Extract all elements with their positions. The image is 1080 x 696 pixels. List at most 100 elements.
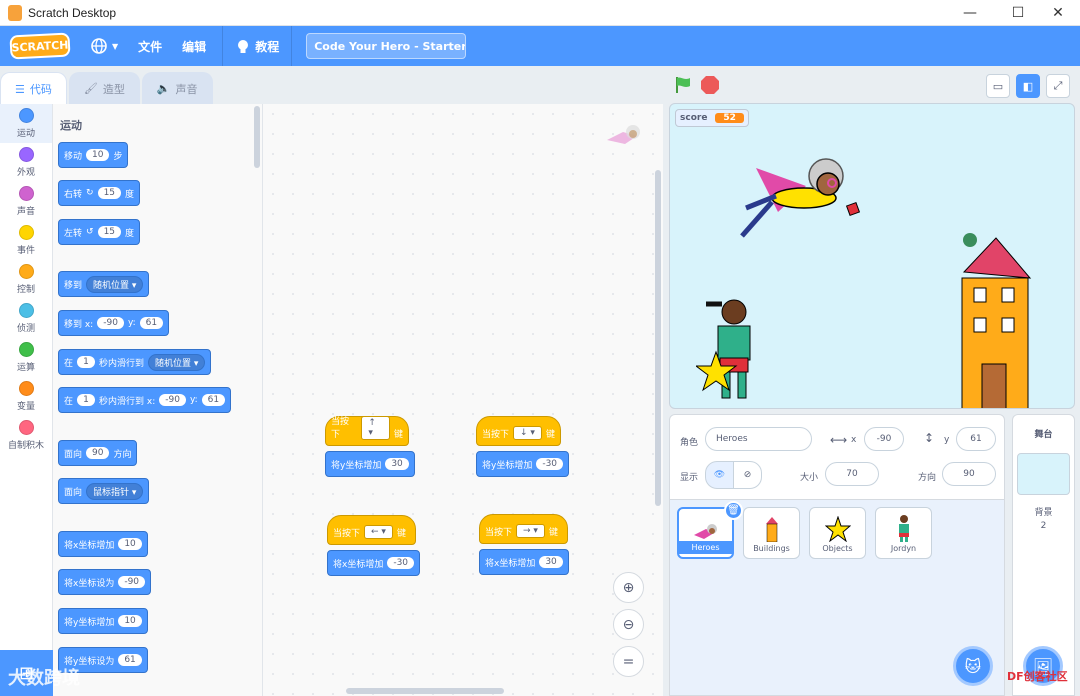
script-4-change-x[interactable]: 将x坐标增加 30: [479, 549, 569, 575]
zoom-in-button[interactable]: ⊕: [613, 572, 644, 603]
fullscreen-button[interactable]: ⤢: [1046, 74, 1070, 98]
scratch-logo[interactable]: SCRATCH: [9, 32, 71, 60]
block-input[interactable]: 15: [97, 226, 122, 238]
block-input[interactable]: 61: [139, 317, 164, 329]
stop-icon[interactable]: [700, 75, 720, 95]
script-3-change-x[interactable]: 将x坐标增加 -30: [327, 550, 421, 576]
block-change-y[interactable]: 将y坐标增加 10: [58, 608, 148, 634]
block-go-to-xy[interactable]: 移到 x: -90 y: 61: [58, 310, 170, 336]
script-2-change-y[interactable]: 将y坐标增加 -30: [476, 451, 570, 477]
file-menu[interactable]: 文件: [138, 38, 162, 55]
block-turn-right[interactable]: 右转 ↻ 15 度: [58, 180, 141, 206]
category-events[interactable]: 事件: [0, 221, 52, 260]
script-1-hat[interactable]: 当按下 ↑ ▾ 键: [325, 416, 409, 446]
stage-canvas[interactable]: score 52: [669, 103, 1075, 409]
key-dropdown[interactable]: ← ▾: [364, 525, 393, 539]
category-sound[interactable]: 声音: [0, 182, 52, 221]
script-4-hat[interactable]: 当按下 → ▾ 键: [479, 514, 568, 544]
size-input[interactable]: 70: [825, 462, 879, 486]
block-go-to[interactable]: 移到 随机位置 ▾: [58, 271, 150, 297]
block-input[interactable]: 61: [118, 654, 142, 666]
key-dropdown[interactable]: ↑ ▾: [361, 416, 390, 440]
tutorials-menu[interactable]: 教程: [235, 37, 279, 55]
category-sensing[interactable]: 侦测: [0, 299, 52, 338]
edit-menu[interactable]: 编辑: [182, 38, 206, 55]
block-turn-left[interactable]: 左转 ↺ 15 度: [58, 219, 141, 245]
delete-sprite-button[interactable]: 🗑: [724, 501, 743, 520]
block-glide-to-xy[interactable]: 在 1 秒内滑行到 x: -90 y: 61: [58, 387, 232, 413]
script-3-hat[interactable]: 当按下 ← ▾ 键: [327, 515, 416, 545]
block-input[interactable]: 1: [77, 356, 96, 368]
y-arrows-icon: ↕: [924, 431, 935, 445]
green-flag-icon[interactable]: [673, 75, 693, 95]
block-input[interactable]: 1: [77, 394, 96, 406]
chevron-down-icon: ▼: [112, 41, 119, 51]
scratch-app-icon: [8, 4, 22, 21]
x-position-input[interactable]: -90: [864, 427, 904, 451]
block-input[interactable]: -30: [536, 458, 564, 470]
sprite-name-input[interactable]: Heroes: [705, 427, 812, 451]
globe-icon: [91, 38, 107, 54]
script-2-hat[interactable]: 当按下 ↓ ▾ 键: [476, 416, 561, 446]
add-sprite-button[interactable]: 🐱: [953, 646, 993, 686]
block-text: 当按下: [485, 528, 513, 538]
block-input[interactable]: 10: [118, 538, 142, 550]
script-workspace[interactable]: [263, 104, 663, 696]
language-menu[interactable]: ▼: [90, 37, 118, 55]
block-change-x[interactable]: 将x坐标增加 10: [58, 531, 148, 557]
dropdown-value: 随机位置: [155, 358, 192, 369]
category-control[interactable]: 控制: [0, 260, 52, 299]
sprite-tile-objects[interactable]: Objects: [809, 507, 866, 559]
sprite-tile-jordyn[interactable]: Jordyn: [875, 507, 932, 559]
block-text: 右转: [64, 189, 83, 200]
block-dropdown[interactable]: 随机位置 ▾: [86, 275, 144, 293]
block-input[interactable]: 90: [86, 447, 110, 459]
tab-code[interactable]: ☰ 代码: [0, 72, 67, 105]
block-input[interactable]: -30: [387, 557, 415, 569]
category-motion[interactable]: 运动: [0, 104, 52, 143]
palette-scrollbar[interactable]: [254, 106, 260, 168]
category-variables[interactable]: 变量: [0, 377, 52, 416]
block-dropdown[interactable]: 随机位置 ▾: [148, 353, 206, 371]
block-input[interactable]: -90: [159, 394, 186, 406]
sprite-tile-buildings[interactable]: Buildings: [743, 507, 800, 559]
block-point-direction[interactable]: 面向 90 方向: [58, 440, 138, 466]
show-visible-button[interactable]: 👁: [705, 461, 734, 489]
category-operators[interactable]: 运算: [0, 338, 52, 377]
show-hidden-button[interactable]: ⊘: [733, 461, 762, 489]
minimize-button[interactable]: —: [948, 0, 992, 26]
zoom-out-button[interactable]: ⊖: [613, 609, 644, 640]
block-input[interactable]: -90: [118, 576, 146, 588]
category-looks[interactable]: 外观: [0, 143, 52, 182]
block-input[interactable]: 15: [97, 187, 122, 199]
zoom-reset-button[interactable]: =: [613, 646, 644, 677]
key-dropdown[interactable]: → ▾: [516, 524, 545, 538]
close-button[interactable]: ✕: [1036, 0, 1080, 26]
block-glide-to[interactable]: 在 1 秒内滑行到 随机位置 ▾: [58, 349, 212, 375]
block-move-steps[interactable]: 移动 10 步: [58, 142, 129, 168]
block-input[interactable]: 10: [86, 149, 110, 161]
tab-costumes[interactable]: 🖌 造型: [68, 72, 140, 104]
large-stage-button[interactable]: ◧: [1016, 74, 1040, 98]
y-position-input[interactable]: 61: [956, 427, 996, 451]
eye-slash-icon: ⊘: [743, 470, 752, 480]
block-input[interactable]: 61: [201, 394, 226, 406]
tab-sounds[interactable]: 🔈 声音: [141, 72, 213, 104]
project-title-input[interactable]: Code Your Hero - Starter ...: [306, 33, 467, 59]
block-input[interactable]: 30: [539, 556, 563, 568]
script-1-change-y[interactable]: 将y坐标增加 30: [325, 451, 415, 477]
block-dropdown[interactable]: 鼠标指针 ▾: [86, 482, 144, 500]
maximize-button[interactable]: ☐: [996, 0, 1040, 26]
direction-input[interactable]: 90: [942, 462, 996, 486]
category-my-blocks[interactable]: 自制积木: [0, 416, 52, 455]
block-set-x[interactable]: 将x坐标设为 -90: [58, 569, 152, 595]
workspace-horizontal-scrollbar[interactable]: [346, 688, 504, 694]
small-stage-button[interactable]: ▭: [986, 74, 1010, 98]
block-input[interactable]: 10: [118, 615, 142, 627]
dropdown-value: ↑: [368, 418, 376, 428]
key-dropdown[interactable]: ↓ ▾: [513, 426, 542, 440]
block-point-towards[interactable]: 面向 鼠标指针 ▾: [58, 478, 150, 504]
block-input[interactable]: 30: [385, 458, 409, 470]
block-input[interactable]: -90: [97, 317, 124, 329]
workspace-vertical-scrollbar[interactable]: [655, 170, 661, 506]
